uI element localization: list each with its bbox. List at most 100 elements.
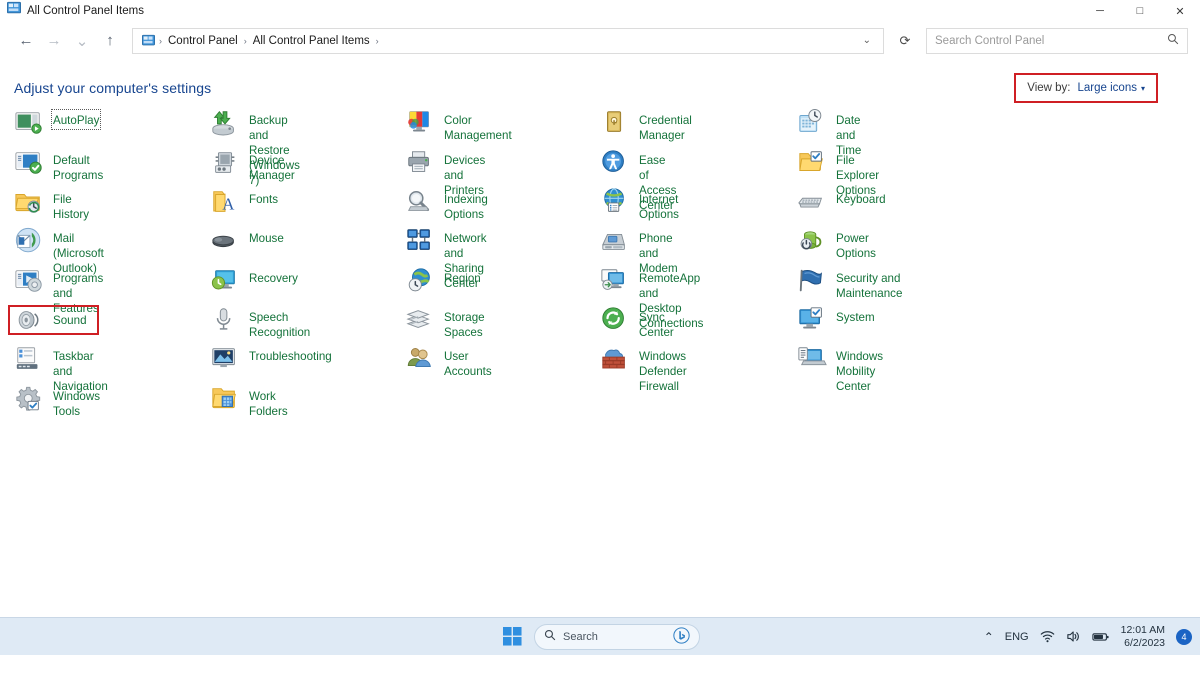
control-panel-item-keyboard[interactable]: Keyboard bbox=[797, 190, 886, 224]
maximize-button[interactable]: □ bbox=[1120, 0, 1160, 22]
fonts-icon: A bbox=[210, 187, 240, 217]
color-management-icon bbox=[405, 108, 435, 138]
control-panel-item-power-options[interactable]: Power Options bbox=[797, 229, 876, 263]
control-panel-item-storage-spaces[interactable]: Storage Spaces bbox=[405, 308, 485, 342]
window-title-bar: All Control Panel Items ─ □ ✕ bbox=[0, 0, 1200, 22]
control-panel-item-internet-options[interactable]: Internet Options bbox=[600, 188, 679, 224]
keyboard-icon bbox=[797, 187, 827, 217]
view-by-value[interactable]: Large icons bbox=[1078, 82, 1137, 94]
storage-spaces-icon bbox=[405, 305, 435, 335]
windows-start-icon[interactable] bbox=[500, 625, 524, 649]
control-panel-item-indexing-options[interactable]: Indexing Options bbox=[405, 190, 488, 224]
breadcrumb-separator[interactable]: › bbox=[375, 36, 380, 46]
programs-and-features-icon bbox=[14, 266, 44, 296]
control-panel-item-user-accounts[interactable]: User Accounts bbox=[405, 347, 492, 381]
control-panel-item-label: Windows Defender Firewall bbox=[639, 350, 687, 393]
control-panel-item-troubleshooting[interactable]: Troubleshooting bbox=[210, 347, 332, 381]
control-panel-item-device-manager[interactable]: Device Manager bbox=[210, 151, 295, 185]
control-panel-item-label: Credential Manager bbox=[639, 114, 692, 142]
control-panel-item-sound[interactable]: Sound bbox=[8, 305, 99, 335]
search-icon bbox=[544, 629, 556, 644]
volume-icon[interactable] bbox=[1066, 629, 1081, 644]
control-panel-item-file-history[interactable]: File History bbox=[14, 190, 89, 224]
breadcrumb-control-panel[interactable]: Control Panel bbox=[163, 35, 243, 47]
network-and-sharing-center-icon bbox=[405, 226, 435, 256]
control-panel-item-mail-microsoft-outlook[interactable]: Mail (Microsoft Outlook) bbox=[14, 227, 104, 275]
control-panel-item-label: Sound bbox=[53, 313, 87, 327]
close-button[interactable]: ✕ bbox=[1160, 0, 1200, 22]
ease-of-access-center-icon bbox=[600, 148, 630, 178]
control-panel-item-recovery[interactable]: Recovery bbox=[210, 269, 298, 303]
taskbar-search-input[interactable]: Search bbox=[534, 623, 700, 650]
forward-button[interactable]: → bbox=[40, 27, 68, 55]
tray-expand-chevron-icon[interactable]: ⌃ bbox=[984, 630, 994, 644]
up-button[interactable]: ↑ bbox=[96, 27, 124, 55]
windows-tools-icon bbox=[14, 384, 44, 414]
search-icon bbox=[1167, 33, 1179, 48]
control-panel-item-programs-and-features[interactable]: Programs and Features bbox=[14, 266, 103, 315]
region-icon bbox=[405, 266, 435, 296]
language-indicator[interactable]: ENG bbox=[1005, 631, 1029, 643]
control-panel-item-region[interactable]: Region bbox=[405, 266, 481, 303]
control-panel-item-file-explorer-options[interactable]: File Explorer Options bbox=[797, 148, 879, 197]
control-panel-item-label: Sync Center bbox=[639, 311, 674, 339]
control-panel-item-security-and-maintenance[interactable]: Security and Maintenance bbox=[797, 269, 902, 303]
breadcrumb-all-control-panel-items[interactable]: All Control Panel Items bbox=[248, 35, 375, 47]
system-tray: ⌃ ENG 12:01 AM 6/2/2023 4 bbox=[984, 624, 1192, 650]
control-panel-item-system[interactable]: System bbox=[797, 307, 875, 342]
control-panel-item-network-and-sharing-center[interactable]: Network and Sharing Center bbox=[405, 226, 487, 290]
control-panel-item-label: Default Programs bbox=[53, 153, 104, 182]
control-panel-item-label: Device Manager bbox=[249, 153, 295, 182]
recent-locations-button[interactable]: ⌄ bbox=[68, 27, 96, 55]
chevron-down-icon[interactable]: ⌄ bbox=[857, 35, 877, 46]
control-panel-item-date-and-time[interactable]: Date and Time bbox=[797, 109, 861, 157]
control-panel-item-sync-center[interactable]: Sync Center bbox=[600, 305, 674, 342]
notification-badge[interactable]: 4 bbox=[1176, 628, 1192, 645]
wifi-icon[interactable] bbox=[1040, 629, 1055, 644]
credential-manager-icon bbox=[600, 108, 630, 138]
indexing-options-icon bbox=[405, 187, 435, 217]
chevron-down-icon[interactable]: ▾ bbox=[1141, 84, 1145, 93]
window-title: All Control Panel Items bbox=[27, 4, 144, 17]
file-explorer-options-icon bbox=[797, 148, 827, 178]
control-panel-item-label: User Accounts bbox=[444, 350, 492, 378]
control-panel-item-color-management[interactable]: Color Management bbox=[405, 111, 512, 145]
address-bar-control-panel-icon bbox=[139, 34, 158, 47]
control-panel-item-work-folders[interactable]: Work Folders bbox=[210, 387, 288, 421]
view-by-dropdown[interactable]: View by: Large icons ▾ bbox=[1014, 73, 1158, 103]
address-bar[interactable]: › Control Panel › All Control Panel Item… bbox=[132, 27, 884, 54]
control-panel-item-taskbar-and-navigation[interactable]: Taskbar and Navigation bbox=[14, 347, 108, 393]
default-programs-icon bbox=[14, 148, 44, 178]
control-panel-item-label: Windows Tools bbox=[53, 390, 101, 418]
refresh-button[interactable]: ⟳ bbox=[892, 28, 918, 54]
control-panel-item-fonts[interactable]: A Fonts bbox=[210, 190, 278, 224]
page-title: Adjust your computer's settings bbox=[14, 80, 212, 96]
control-panel-item-mouse[interactable]: Mouse bbox=[210, 229, 284, 263]
search-control-panel-input[interactable]: Search Control Panel bbox=[926, 27, 1188, 54]
control-panel-item-speech-recognition[interactable]: Speech Recognition bbox=[210, 308, 310, 342]
control-panel-content: Adjust your computer's settings View by:… bbox=[0, 59, 1200, 655]
control-panel-item-backup-and-restore-windows-7[interactable]: Backup and Restore (Windows 7) bbox=[210, 111, 300, 187]
window-caption-buttons: ─ □ ✕ bbox=[1080, 0, 1200, 22]
devices-and-printers-icon bbox=[405, 148, 435, 178]
control-panel-item-windows-defender-firewall[interactable]: Windows Defender Firewall bbox=[600, 347, 687, 393]
control-panel-item-autoplay[interactable]: AutoPlay bbox=[14, 109, 102, 145]
control-panel-item-default-programs[interactable]: Default Programs bbox=[14, 151, 103, 185]
control-panel-item-label: Keyboard bbox=[836, 193, 886, 206]
clock[interactable]: 12:01 AM 6/2/2023 bbox=[1121, 624, 1165, 650]
control-panel-item-ease-of-access-center[interactable]: Ease of Access Center bbox=[600, 148, 676, 212]
control-panel-item-windows-tools[interactable]: Windows Tools bbox=[14, 384, 101, 421]
control-panel-item-windows-mobility-center[interactable]: Windows Mobility Center bbox=[797, 347, 883, 393]
file-history-icon bbox=[14, 187, 44, 217]
battery-icon[interactable] bbox=[1091, 629, 1110, 644]
phone-and-modem-icon bbox=[600, 226, 630, 256]
control-panel-item-devices-and-printers[interactable]: Devices and Printers bbox=[405, 148, 485, 197]
back-button[interactable]: ← bbox=[12, 27, 40, 55]
work-folders-icon bbox=[210, 384, 240, 414]
control-panel-item-credential-manager[interactable]: Credential Manager bbox=[600, 111, 692, 145]
sync-center-icon bbox=[600, 305, 630, 335]
control-panel-item-remoteapp-and-desktop-connections[interactable]: RemoteApp and Desktop Connections bbox=[600, 269, 703, 330]
control-panel-item-phone-and-modem[interactable]: Phone and Modem bbox=[600, 226, 678, 275]
minimize-button[interactable]: ─ bbox=[1080, 0, 1120, 22]
bing-chat-icon[interactable] bbox=[673, 626, 690, 647]
